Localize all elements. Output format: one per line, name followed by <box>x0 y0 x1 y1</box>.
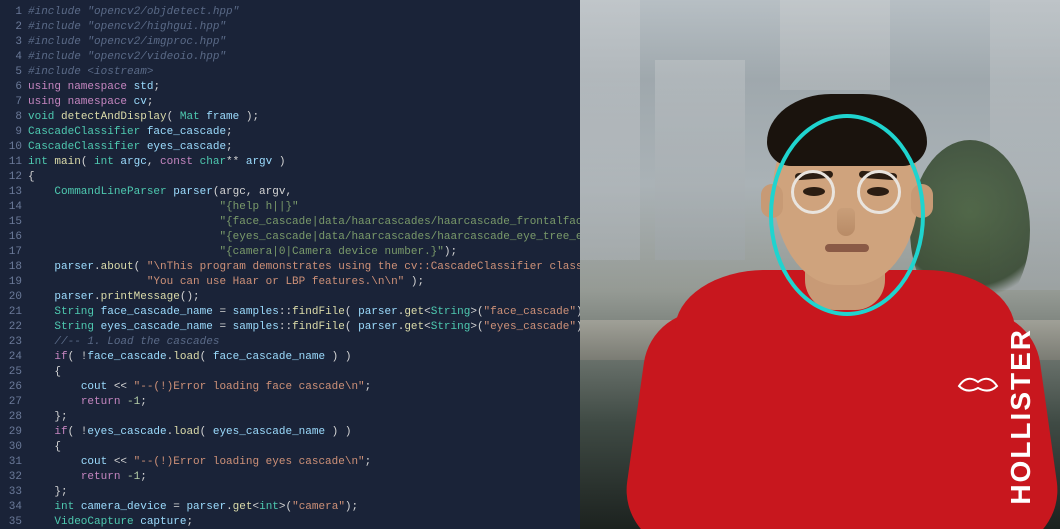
shirt-brand-text: HOLLISTER <box>1005 328 1037 505</box>
code-line[interactable]: cout << "--(!)Error loading eyes cascade… <box>28 455 580 470</box>
line-number: 19 <box>0 275 22 290</box>
code-line[interactable]: void detectAndDisplay( Mat frame ); <box>28 110 580 125</box>
line-number: 29 <box>0 425 22 440</box>
background-building <box>580 0 640 260</box>
code-line[interactable]: parser.about( "\nThis program demonstrat… <box>28 260 580 275</box>
code-line[interactable]: return -1; <box>28 470 580 485</box>
line-number: 27 <box>0 395 22 410</box>
code-line[interactable]: String eyes_cascade_name = samples::find… <box>28 320 580 335</box>
code-line[interactable]: { <box>28 365 580 380</box>
background-building <box>780 0 890 90</box>
code-line[interactable]: "{face_cascade|data/haarcascades/haarcas… <box>28 215 580 230</box>
line-number: 24 <box>0 350 22 365</box>
code-line[interactable]: String face_cascade_name = samples::find… <box>28 305 580 320</box>
line-number: 23 <box>0 335 22 350</box>
code-line[interactable]: "{help h||}" <box>28 200 580 215</box>
code-line[interactable]: }; <box>28 485 580 500</box>
line-number: 11 <box>0 155 22 170</box>
code-line[interactable]: using namespace std; <box>28 80 580 95</box>
code-line[interactable]: VideoCapture capture; <box>28 515 580 529</box>
code-line[interactable]: CommandLineParser parser(argc, argv, <box>28 185 580 200</box>
code-line[interactable]: }; <box>28 410 580 425</box>
line-number: 17 <box>0 245 22 260</box>
line-number: 15 <box>0 215 22 230</box>
output-preview: HOLLISTER <box>580 0 1060 529</box>
line-number: 18 <box>0 260 22 275</box>
line-number: 13 <box>0 185 22 200</box>
code-line[interactable]: return -1; <box>28 395 580 410</box>
face-detection-ellipse <box>769 114 925 316</box>
eye-detection-circle <box>791 170 835 214</box>
code-line[interactable]: #include "opencv2/highgui.hpp" <box>28 20 580 35</box>
line-number: 20 <box>0 290 22 305</box>
code-line[interactable]: "{camera|0|Camera device number.}"); <box>28 245 580 260</box>
line-number: 34 <box>0 500 22 515</box>
line-number: 30 <box>0 440 22 455</box>
line-number: 12 <box>0 170 22 185</box>
code-line[interactable]: CascadeClassifier eyes_cascade; <box>28 140 580 155</box>
line-number: 25 <box>0 365 22 380</box>
line-number: 10 <box>0 140 22 155</box>
line-number: 16 <box>0 230 22 245</box>
code-line[interactable]: { <box>28 440 580 455</box>
line-number: 26 <box>0 380 22 395</box>
line-number: 4 <box>0 50 22 65</box>
line-number: 7 <box>0 95 22 110</box>
line-number: 9 <box>0 125 22 140</box>
code-line[interactable]: #include <iostream> <box>28 65 580 80</box>
code-editor[interactable]: 1234567891011121314151617181920212223242… <box>0 0 580 529</box>
line-number: 6 <box>0 80 22 95</box>
line-number: 32 <box>0 470 22 485</box>
code-line[interactable]: if( !eyes_cascade.load( eyes_cascade_nam… <box>28 425 580 440</box>
code-line[interactable]: parser.printMessage(); <box>28 290 580 305</box>
line-number: 31 <box>0 455 22 470</box>
code-line[interactable]: CascadeClassifier face_cascade; <box>28 125 580 140</box>
code-line[interactable]: using namespace cv; <box>28 95 580 110</box>
line-number: 3 <box>0 35 22 50</box>
line-number: 14 <box>0 200 22 215</box>
eye-detection-circle <box>857 170 901 214</box>
line-number-gutter: 1234567891011121314151617181920212223242… <box>0 0 28 529</box>
line-number: 1 <box>0 5 22 20</box>
code-area[interactable]: #include "opencv2/objdetect.hpp"#include… <box>28 0 580 529</box>
code-line[interactable]: //-- 1. Load the cascades <box>28 335 580 350</box>
code-line[interactable]: #include "opencv2/imgproc.hpp" <box>28 35 580 50</box>
code-line[interactable]: { <box>28 170 580 185</box>
code-line[interactable]: int main( int argc, const char** argv ) <box>28 155 580 170</box>
line-number: 35 <box>0 515 22 529</box>
line-number: 28 <box>0 410 22 425</box>
code-line[interactable]: #include "opencv2/videoio.hpp" <box>28 50 580 65</box>
code-line[interactable]: "You can use Haar or LBP features.\n\n" … <box>28 275 580 290</box>
line-number: 22 <box>0 320 22 335</box>
code-line[interactable]: if( !face_cascade.load( face_cascade_nam… <box>28 350 580 365</box>
code-line[interactable]: cout << "--(!)Error loading face cascade… <box>28 380 580 395</box>
line-number: 21 <box>0 305 22 320</box>
code-line[interactable]: int camera_device = parser.get<int>("cam… <box>28 500 580 515</box>
line-number: 5 <box>0 65 22 80</box>
line-number: 8 <box>0 110 22 125</box>
line-number: 33 <box>0 485 22 500</box>
line-number: 2 <box>0 20 22 35</box>
shirt-logo-icon <box>957 372 999 398</box>
code-line[interactable]: #include "opencv2/objdetect.hpp" <box>28 5 580 20</box>
code-line[interactable]: "{eyes_cascade|data/haarcascades/haarcas… <box>28 230 580 245</box>
person: HOLLISTER <box>635 80 1055 529</box>
